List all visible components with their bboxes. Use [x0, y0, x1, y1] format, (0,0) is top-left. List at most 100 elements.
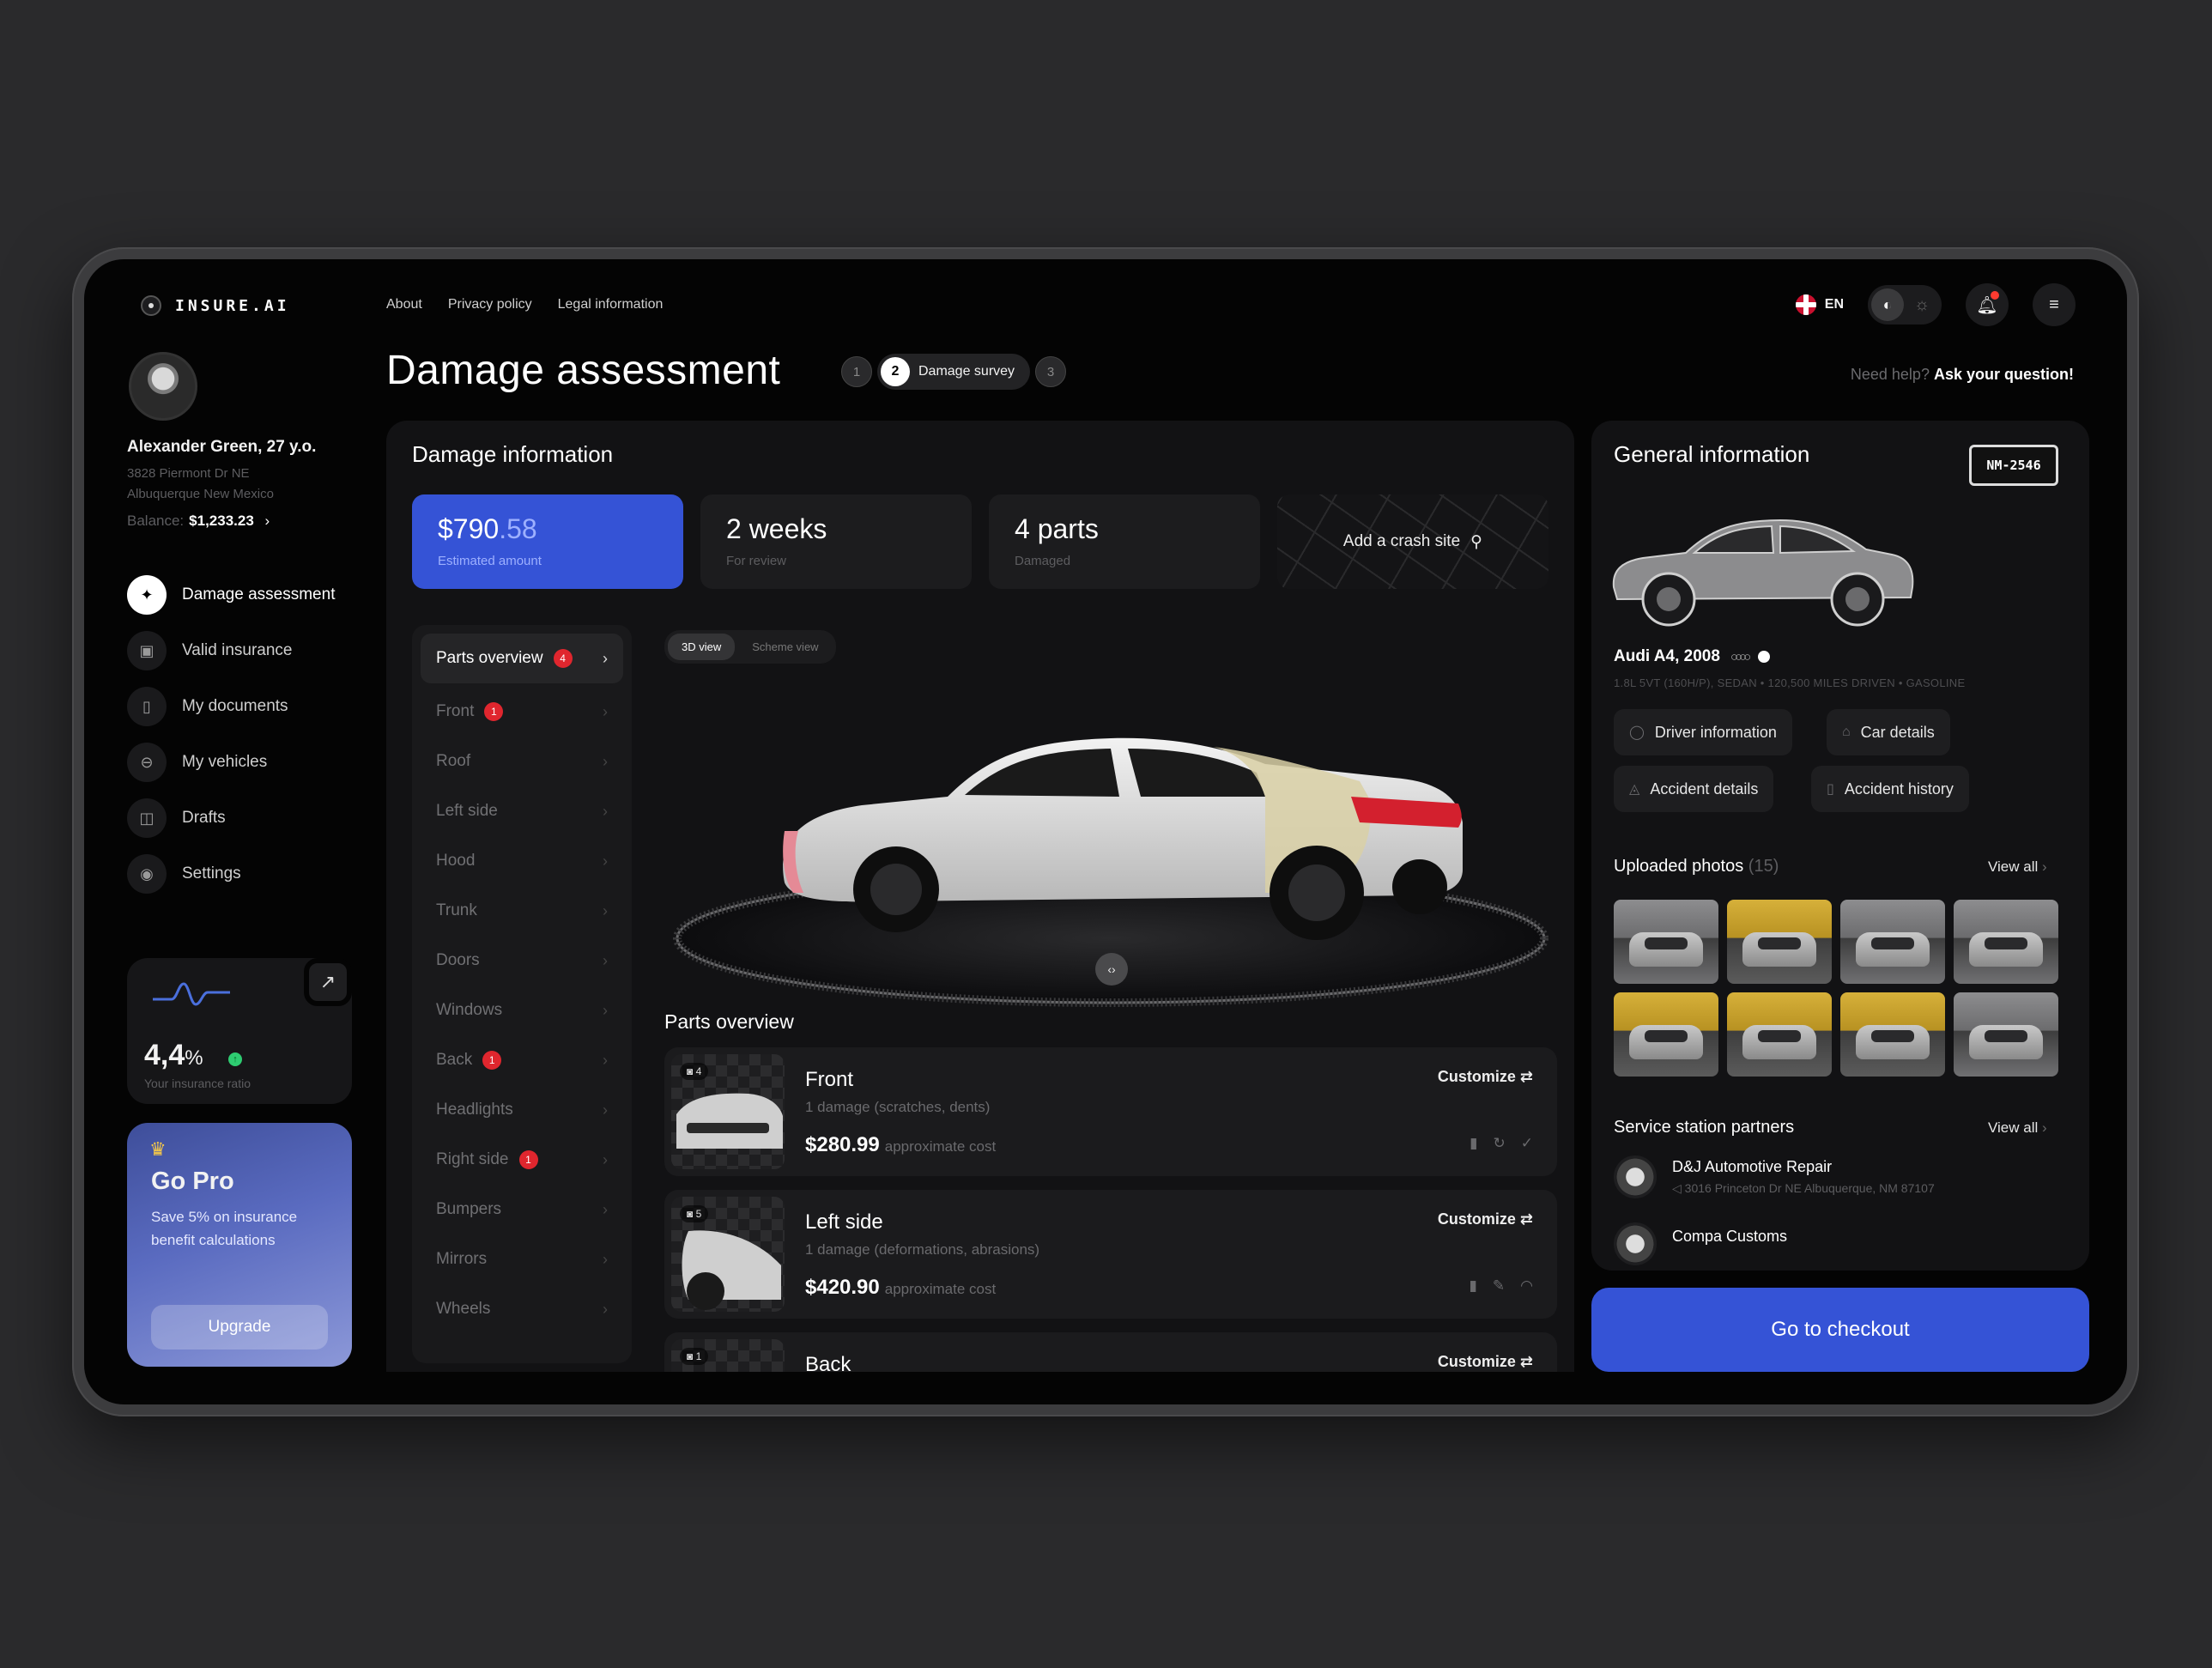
- customize-button[interactable]: Customize ⇄: [1438, 1210, 1533, 1228]
- tab-scheme-view[interactable]: Scheme view: [738, 634, 832, 660]
- moon-icon[interactable]: ◐: [1871, 288, 1904, 321]
- partners-view-all-link[interactable]: View all ›: [1988, 1119, 2047, 1137]
- part-damage-desc: 1 damage (deformations, abrasions): [805, 1241, 1040, 1258]
- uploaded-photo[interactable]: [1954, 992, 2058, 1077]
- nav-legal-link[interactable]: Legal information: [558, 297, 664, 312]
- parts-list-item-headlights[interactable]: Headlights ›: [421, 1085, 623, 1135]
- add-crash-site-button[interactable]: Add a crash site ⚲: [1277, 494, 1548, 589]
- parts-list-item-hood[interactable]: Hood ›: [421, 836, 623, 886]
- partner-address-text: 3016 Princeton Dr NE Albuquerque, NM 871…: [1684, 1181, 1935, 1195]
- chevron-right-icon: ›: [603, 1250, 608, 1268]
- car-details-button[interactable]: ⌂ Car details: [1827, 709, 1950, 755]
- partner-logo: [1614, 1155, 1657, 1198]
- accident-details-button[interactable]: ◬ Accident details: [1614, 766, 1774, 812]
- sidebar-item-damage-assessment[interactable]: ✦ Damage assessment: [127, 574, 376, 616]
- photos-view-all-link[interactable]: View all ›: [1988, 858, 2047, 876]
- theme-toggle[interactable]: ◐ ☼: [1868, 285, 1942, 325]
- parts-list-item-label: Right side: [436, 1150, 509, 1168]
- review-time-card[interactable]: 2 weeks For review: [700, 494, 972, 589]
- notifications-button[interactable]: 🔔︎: [1966, 283, 2009, 326]
- parts-list-item-roof[interactable]: Roof ›: [421, 737, 623, 786]
- uploaded-photo[interactable]: [1840, 900, 1945, 984]
- help-link[interactable]: Need help? Ask your question!: [1851, 366, 2074, 384]
- uploaded-photo[interactable]: [1727, 992, 1832, 1077]
- rotate-handle-icon[interactable]: ‹›: [1095, 953, 1128, 986]
- refresh-icon[interactable]: ↻: [1494, 1135, 1506, 1152]
- headset-icon[interactable]: ◠: [1520, 1277, 1533, 1295]
- partner-item[interactable]: D&J Automotive Repair ◁ 3016 Princeton D…: [1614, 1155, 1935, 1198]
- parts-list-item-windows[interactable]: Windows ›: [421, 986, 623, 1035]
- parts-list-item-front[interactable]: Front 1 ›: [421, 687, 623, 737]
- part-name: Front: [805, 1068, 854, 1091]
- estimated-amount-card[interactable]: $790.58 Estimated amount: [412, 494, 683, 589]
- uploaded-photo[interactable]: [1614, 900, 1718, 984]
- uploaded-photo[interactable]: [1614, 992, 1718, 1077]
- expand-arrow-icon[interactable]: ↗: [304, 958, 352, 1006]
- nav-about-link[interactable]: About: [386, 297, 422, 312]
- sidebar-item-my-documents[interactable]: ▯ My documents: [127, 686, 376, 727]
- chart-icon[interactable]: ▮: [1470, 1135, 1477, 1152]
- partner-item[interactable]: Compa Customs: [1614, 1222, 1787, 1271]
- audi-logo-icon: ○○○○: [1730, 649, 1751, 664]
- step-1[interactable]: 1: [841, 356, 872, 387]
- parts-list-item-mirrors[interactable]: Mirrors ›: [421, 1234, 623, 1284]
- partner-logo: [1614, 1222, 1657, 1265]
- part-thumbnail[interactable]: ◙ 5: [671, 1197, 785, 1312]
- sidebar-item-label: My vehicles: [182, 753, 268, 771]
- parts-list-item-back[interactable]: Back 1 ›: [421, 1035, 623, 1085]
- sidebar-item-settings[interactable]: ◉ Settings: [127, 853, 376, 895]
- avatar[interactable]: [129, 352, 197, 421]
- part-card-front[interactable]: ◙ 4 Front 1 damage (scratches, dents) $2…: [664, 1047, 1557, 1176]
- app-logo[interactable]: INSURE.AI: [141, 295, 290, 316]
- parts-list-item-label: Front: [436, 702, 475, 720]
- parts-list-item-label: Mirrors: [436, 1250, 488, 1268]
- step-2-label: Damage survey: [918, 364, 1015, 379]
- parts-list-item-trunk[interactable]: Trunk ›: [421, 886, 623, 936]
- tab-3d-view[interactable]: 3D view: [668, 634, 736, 660]
- parts-list-item-left-side[interactable]: Left side ›: [421, 786, 623, 836]
- parts-list-item-wheels[interactable]: Wheels ›: [421, 1284, 623, 1334]
- review-time: 2 weeks: [726, 513, 827, 544]
- parts-list-item-content: Doors: [436, 951, 480, 970]
- color-swatch: [1758, 651, 1771, 663]
- checkout-button[interactable]: Go to checkout: [1591, 1288, 2089, 1372]
- parts-list-item-content: Trunk: [436, 901, 477, 920]
- balance-label: Balance:: [127, 513, 185, 529]
- chart-icon[interactable]: ▮: [1470, 1277, 1477, 1295]
- car-photo-image: [1742, 932, 1816, 967]
- upgrade-button[interactable]: Upgrade: [151, 1305, 328, 1350]
- customize-button[interactable]: Customize ⇄: [1438, 1068, 1533, 1086]
- customize-label: Customize: [1437, 1210, 1516, 1228]
- ask-question-link[interactable]: Ask your question!: [1934, 366, 2074, 383]
- uploaded-photo[interactable]: [1954, 900, 2058, 984]
- edit-icon[interactable]: ✎: [1493, 1277, 1505, 1295]
- language-selector[interactable]: EN: [1795, 294, 1844, 315]
- sidebar-item-valid-insurance[interactable]: ▣ Valid insurance: [127, 630, 376, 671]
- step-3[interactable]: 3: [1035, 356, 1067, 387]
- sun-icon[interactable]: ☼: [1906, 295, 1938, 315]
- chevron-right-icon: ›: [2042, 858, 2047, 875]
- driver-information-button[interactable]: ◯ Driver information: [1614, 709, 1792, 755]
- nav-privacy-link[interactable]: Privacy policy: [448, 297, 532, 312]
- uploaded-photo[interactable]: [1840, 992, 1945, 1077]
- parts-list-item-doors[interactable]: Doors ›: [421, 936, 623, 986]
- file-icon: ▯: [127, 687, 167, 726]
- balance[interactable]: Balance: $1,233.23 ›: [127, 513, 270, 530]
- sidebar-item-drafts[interactable]: ◫ Drafts: [127, 798, 376, 839]
- uploaded-photo[interactable]: [1727, 900, 1832, 984]
- parts-list-item-right-side[interactable]: Right side 1 ›: [421, 1135, 623, 1185]
- step-2-active[interactable]: 2 Damage survey: [877, 354, 1031, 390]
- customize-button[interactable]: Customize ⇄: [1438, 1353, 1533, 1371]
- menu-button[interactable]: ≡: [2033, 283, 2076, 326]
- parts-list-item-parts-overview[interactable]: Parts overview 4 ›: [421, 634, 623, 683]
- check-circle-icon[interactable]: ✓: [1521, 1135, 1533, 1152]
- part-thumbnail[interactable]: ◙ 4: [671, 1054, 785, 1169]
- chevron-right-icon: ›: [264, 513, 270, 529]
- sidebar-item-my-vehicles[interactable]: ⊖ My vehicles: [127, 742, 376, 783]
- accident-history-button[interactable]: ▯ Accident history: [1811, 766, 1969, 812]
- car-photo-image: [1629, 932, 1703, 967]
- damaged-parts-card[interactable]: 4 parts Damaged: [989, 494, 1260, 589]
- gear-icon: ◉: [127, 854, 167, 894]
- parts-list-item-bumpers[interactable]: Bumpers ›: [421, 1185, 623, 1234]
- part-card-left-side[interactable]: ◙ 5 Left side 1 damage (deformations, ab…: [664, 1190, 1557, 1319]
